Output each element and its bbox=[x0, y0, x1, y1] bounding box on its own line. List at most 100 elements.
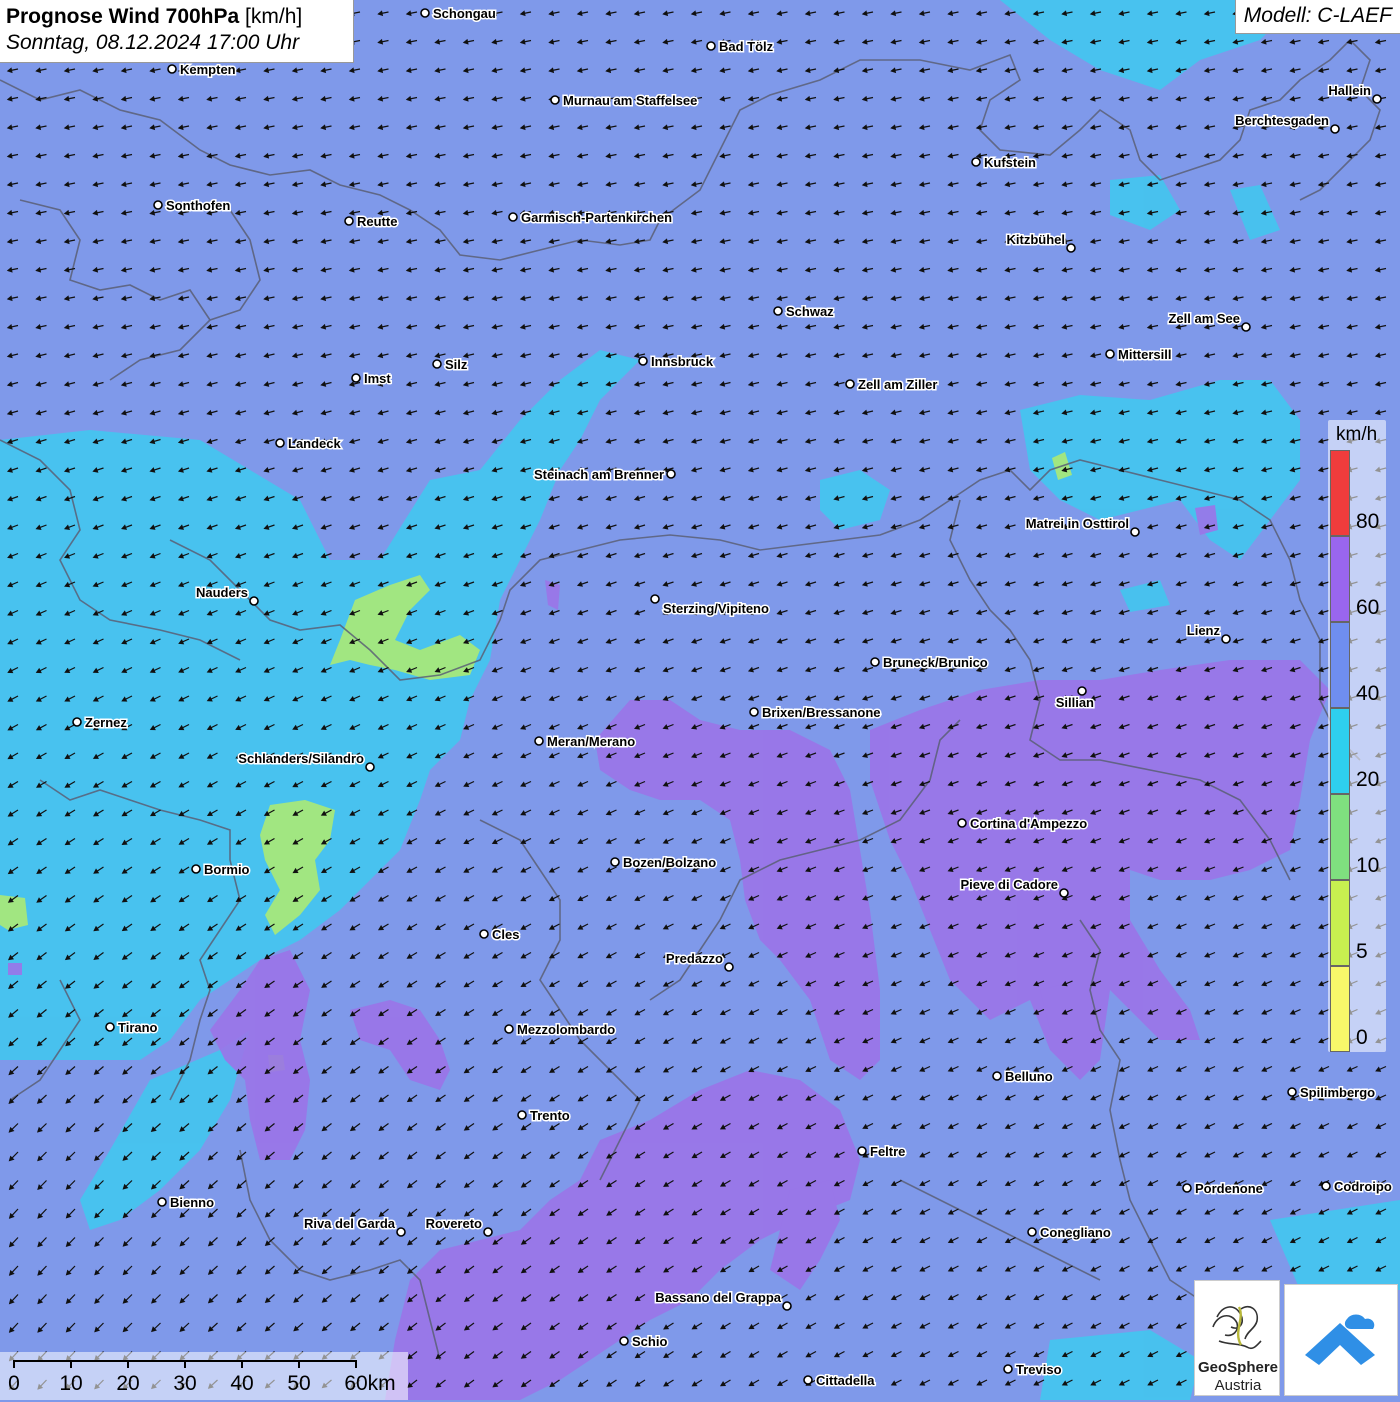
city-dot bbox=[1182, 1183, 1192, 1193]
map-title-unit: [km/h] bbox=[245, 5, 303, 28]
city-dot bbox=[479, 929, 489, 939]
city-label: Treviso bbox=[1016, 1362, 1062, 1377]
city-dot bbox=[550, 95, 560, 105]
scale-tick bbox=[355, 1360, 357, 1368]
wind-app-logo bbox=[1284, 1284, 1398, 1396]
legend-label: 60 bbox=[1356, 596, 1380, 619]
city-label: Kitzbühel bbox=[1007, 232, 1066, 247]
model-label: Modell: C-LAEF bbox=[1234, 0, 1400, 34]
city-label: Kempten bbox=[180, 62, 236, 77]
city-dot bbox=[275, 438, 285, 448]
wind-app-logo-icon bbox=[1305, 1314, 1375, 1365]
city-dot bbox=[344, 216, 354, 226]
city-label: Schlanders/Silandro bbox=[238, 751, 364, 766]
legend-swatch bbox=[1330, 536, 1350, 622]
city-dot bbox=[517, 1110, 527, 1120]
city-dot bbox=[72, 717, 82, 727]
city-dot bbox=[857, 1146, 867, 1156]
city-label: Tirano bbox=[118, 1020, 158, 1035]
city-dot bbox=[1321, 1181, 1331, 1191]
city-label: Schongau bbox=[433, 6, 496, 21]
city-label: Zell am See bbox=[1168, 311, 1240, 326]
city-label: Meran/Merano bbox=[547, 734, 635, 749]
city-label: Schio bbox=[632, 1334, 667, 1349]
city-label: Landeck bbox=[288, 436, 342, 451]
city-dot bbox=[782, 1301, 792, 1311]
city-dot bbox=[1066, 243, 1076, 253]
legend-unit: km/h bbox=[1336, 424, 1378, 445]
city-label: Berchtesgaden bbox=[1235, 113, 1329, 128]
legend-swatch bbox=[1330, 450, 1350, 536]
scale-label: 60km bbox=[344, 1372, 396, 1395]
city-dot bbox=[619, 1336, 629, 1346]
city-dot bbox=[1003, 1364, 1013, 1374]
city-dot bbox=[803, 1375, 813, 1385]
city-label: Codroipo bbox=[1334, 1179, 1392, 1194]
city-label: Matrei in Osttirol bbox=[1026, 516, 1129, 531]
city-label: Garmisch-Partenkirchen bbox=[521, 210, 672, 225]
city-label: Schwaz bbox=[786, 304, 834, 319]
city-dot bbox=[167, 64, 177, 74]
legend-bar bbox=[1330, 450, 1350, 1052]
color-legend: km/h 80 60 40 20 10 5 0 bbox=[1328, 420, 1386, 1052]
city-dot bbox=[870, 657, 880, 667]
legend-label: 10 bbox=[1356, 854, 1380, 877]
city-dot bbox=[396, 1227, 406, 1237]
map-title-main: Prognose Wind 700hPa bbox=[6, 5, 240, 28]
legend-label: 20 bbox=[1356, 768, 1380, 791]
city-dot bbox=[365, 762, 375, 772]
scale-label: 10 bbox=[59, 1372, 83, 1395]
legend-label: 5 bbox=[1356, 940, 1368, 963]
city-dot bbox=[1287, 1087, 1297, 1097]
city-label: Cles bbox=[492, 927, 519, 942]
city-label: Rovereto bbox=[426, 1216, 482, 1231]
geosphere-logo-icon bbox=[1212, 1305, 1262, 1350]
city-label: Spilimbergo bbox=[1300, 1085, 1375, 1100]
city-label: Hallein bbox=[1328, 83, 1371, 98]
city-label: Feltre bbox=[870, 1144, 905, 1159]
city-dot bbox=[1241, 322, 1251, 332]
city-label: Mittersill bbox=[1118, 347, 1171, 362]
city-label: Zell am Ziller bbox=[858, 377, 937, 392]
logo-text-line2: Austria bbox=[1214, 1377, 1262, 1394]
legend-swatch bbox=[1330, 880, 1350, 966]
scale-label: 40 bbox=[230, 1372, 254, 1395]
city-dot bbox=[249, 596, 259, 606]
city-dot bbox=[1330, 124, 1340, 134]
city-label: Bormio bbox=[204, 862, 250, 877]
city-label: Belluno bbox=[1005, 1069, 1053, 1084]
city-dot bbox=[650, 594, 660, 604]
city-dot bbox=[1027, 1227, 1037, 1237]
city-label: Sterzing/Vipiteno bbox=[663, 601, 769, 616]
city-dot bbox=[1221, 634, 1231, 644]
city-dot bbox=[153, 200, 163, 210]
logo-text-line1: GeoSphere bbox=[1197, 1359, 1279, 1376]
city-dot bbox=[773, 306, 783, 316]
legend-swatch bbox=[1330, 708, 1350, 794]
scale-label: 50 bbox=[287, 1372, 311, 1395]
legend-swatch bbox=[1330, 794, 1350, 880]
forecast-datetime: Sonntag, 08.12.2024 17:00 Uhr bbox=[6, 31, 300, 54]
city-dot bbox=[351, 373, 361, 383]
city-label: Sillian bbox=[1056, 695, 1094, 710]
city-label: Pieve di Cadore bbox=[960, 877, 1058, 892]
scale-tick bbox=[127, 1360, 129, 1368]
city-dot bbox=[610, 857, 620, 867]
city-label: Zernez bbox=[85, 715, 127, 730]
wind-map: SchongauBad TölzKemptenMurnau am Staffel… bbox=[0, 0, 1400, 1400]
scale-tick bbox=[241, 1360, 243, 1368]
city-dot bbox=[105, 1022, 115, 1032]
legend-swatch bbox=[1330, 622, 1350, 708]
city-dot bbox=[638, 356, 648, 366]
city-label: Imst bbox=[364, 371, 391, 386]
city-dot bbox=[957, 818, 967, 828]
city-dot bbox=[534, 736, 544, 746]
city-dot bbox=[749, 707, 759, 717]
scale-tick bbox=[13, 1360, 15, 1368]
city-dot bbox=[971, 157, 981, 167]
legend-swatch bbox=[1330, 966, 1350, 1052]
scale-tick bbox=[70, 1360, 72, 1368]
city-dot bbox=[420, 8, 430, 18]
city-dot bbox=[724, 962, 734, 972]
city-label: Kufstein bbox=[984, 155, 1036, 170]
